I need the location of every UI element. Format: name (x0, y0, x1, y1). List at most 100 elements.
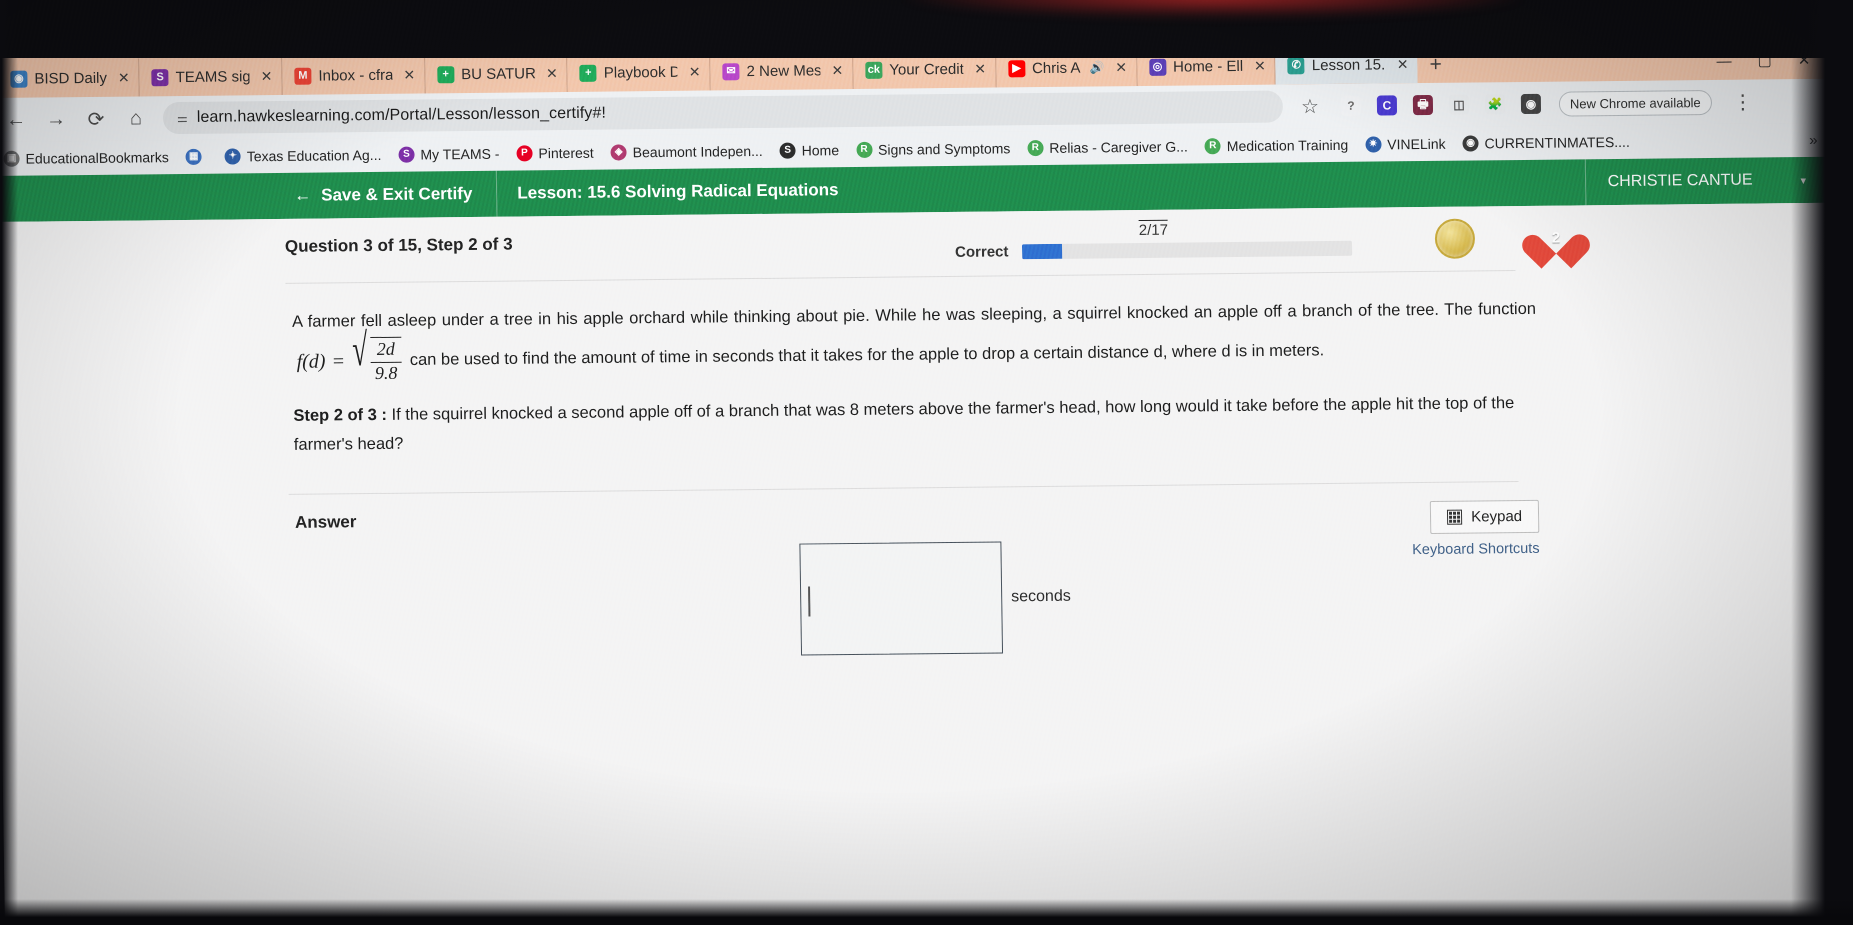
bookmark-label: EducationalBookmarks (25, 149, 169, 167)
extension-puzzle-icon[interactable]: 🧩 (1484, 94, 1506, 115)
hearts-badge: 2 (1535, 218, 1578, 256)
extension-grammarly-icon[interactable]: C (1376, 95, 1398, 116)
answer-tools: Keypad Keyboard Shortcuts (1411, 499, 1540, 558)
extension-shield-icon[interactable]: ◉ (1520, 93, 1542, 114)
bookmark-item[interactable]: ▦ (185, 148, 208, 165)
extension-unknown-icon[interactable]: ? (1340, 95, 1362, 116)
question-title: Question 3 of 15, Step 2 of 3 (284, 234, 513, 256)
browser-tab[interactable]: ✉ 2 New Mes ✕ (710, 50, 854, 91)
tab-mute-icon[interactable]: 🔊 (1089, 60, 1104, 74)
close-window-button[interactable]: ✕ (1798, 51, 1811, 69)
teams-icon: S (151, 68, 169, 86)
creditkarma-icon: ck (865, 61, 883, 79)
tab-close-icon[interactable]: ✕ (831, 62, 843, 79)
youtube-icon: ▶ (1007, 59, 1026, 77)
tab-close-icon[interactable]: ✕ (1115, 59, 1127, 76)
bookmark-item[interactable]: S Home (779, 142, 839, 159)
save-and-exit-label: Save & Exit Certify (321, 183, 473, 205)
save-and-exit-button[interactable]: ← Save & Exit Certify (0, 170, 498, 222)
tab-close-icon[interactable]: ✕ (974, 60, 986, 77)
browser-tab[interactable]: ✆ Lesson 15.6 ✕ (1275, 45, 1418, 85)
bookmark-item[interactable]: ▣ EducationalBookmarks (3, 149, 169, 167)
bookmark-item[interactable]: ◈ Beaumont Indepen... (610, 143, 763, 161)
browser-tab[interactable]: ◎ Home - Ell ✕ (1136, 46, 1277, 87)
window-controls: — ▢ ✕ (1698, 51, 1832, 80)
laptop-screen-photo: ◉ BISD Daily ✕ S TEAMS sign ✕ M Inbox - cfra ✕ + B… (0, 0, 1853, 925)
tab-close-icon[interactable]: ✕ (1254, 57, 1266, 74)
address-bar-url: learn.hawkeslearning.com/Portal/Lesson/l… (196, 104, 607, 126)
prompt-trail: can be used to find the amount of time i… (409, 341, 1325, 370)
bookmark-item[interactable]: ✷ VINELink (1365, 136, 1446, 153)
tea-icon: ✦ (224, 148, 241, 165)
forward-icon[interactable]: → (43, 108, 69, 131)
new-chrome-available-button[interactable]: New Chrome available (1558, 89, 1712, 117)
question-body: A farmer fell asleep under a tree in his… (0, 268, 1838, 463)
relias-icon: R (855, 141, 873, 158)
keyboard-shortcuts-link[interactable]: Keyboard Shortcuts (1412, 541, 1540, 558)
calendar-icon: + (436, 65, 455, 83)
browser-tab[interactable]: + Playbook D ✕ (567, 52, 711, 92)
reload-icon[interactable]: ⟳ (83, 106, 109, 131)
coin-badge-icon (1434, 218, 1476, 259)
bookmark-item[interactable]: R Relias - Caregiver G... (1027, 138, 1188, 157)
relias-icon: R (1027, 139, 1044, 157)
bookmark-item[interactable]: P Pinterest (516, 144, 594, 162)
vinelink-icon: ✷ (1365, 136, 1382, 153)
keypad-icon (1447, 509, 1463, 525)
hawkes-icon: ✆ (1287, 56, 1305, 74)
radical-sign-icon: √ (352, 326, 369, 377)
step-text: If the squirrel knocked a second apple o… (293, 394, 1515, 454)
bookmark-star-icon[interactable]: ☆ (1297, 94, 1323, 119)
bookmarks-overflow-icon[interactable]: » (1809, 131, 1824, 148)
tab-close-icon[interactable]: ✕ (1397, 56, 1409, 73)
browser-window: ◉ BISD Daily ✕ S TEAMS sign ✕ M Inbox - cfra ✕ + B… (0, 32, 1846, 925)
bookmark-item[interactable]: S My TEAMS - (398, 146, 500, 163)
folder-icon: ▣ (3, 150, 20, 167)
browser-tab[interactable]: ◉ BISD Daily ✕ (0, 58, 140, 98)
lesson-title: Lesson: 15.6 Solving Radical Equations (517, 180, 839, 203)
browser-tab[interactable]: S TEAMS sign ✕ (139, 56, 283, 97)
tab-close-icon[interactable]: ✕ (118, 69, 130, 86)
tab-close-icon[interactable]: ✕ (261, 68, 273, 85)
maximize-button[interactable]: ▢ (1757, 51, 1771, 69)
site-settings-icon[interactable]: ⚌ (177, 111, 187, 125)
function-formula: f(d) = √ 2d 9.8 (296, 326, 402, 386)
tab-label: BISD Daily (34, 69, 108, 88)
lesson-content: Question 3 of 15, Step 2 of 3 2/17 Corre… (0, 202, 1846, 925)
address-bar[interactable]: ⚌ learn.hawkeslearning.com/Portal/Lesson… (162, 90, 1284, 135)
bookmark-label: Pinterest (538, 144, 594, 162)
browser-tab[interactable]: M Inbox - cfra ✕ (282, 55, 426, 95)
bookmark-item[interactable]: ✦ Texas Education Ag... (224, 147, 382, 165)
minimize-button[interactable]: — (1716, 52, 1731, 69)
bookmark-item[interactable]: ◉ CURRENTINMATES.... (1462, 134, 1630, 152)
chrome-menu-icon[interactable]: ⋮ (1730, 89, 1756, 114)
tab-close-icon[interactable]: ✕ (546, 65, 558, 82)
extension-split-screen-icon[interactable]: ◫ (1448, 94, 1470, 115)
back-icon[interactable]: ← (3, 108, 29, 131)
browser-tab[interactable]: ck Your Credit ✕ (853, 49, 997, 89)
bookmark-label: Medication Training (1226, 136, 1349, 155)
fraction-numerator: 2d (376, 338, 395, 360)
hearts-count: 2 (1551, 229, 1561, 247)
keypad-button[interactable]: Keypad (1429, 499, 1540, 534)
bookmark-item[interactable]: R Medication Training (1204, 136, 1349, 155)
home-icon[interactable]: ⌂ (123, 107, 149, 130)
user-name-label: CHRISTIE CANTUE (1607, 171, 1753, 191)
answer-input[interactable] (799, 541, 1004, 656)
formula-equals: = (331, 349, 346, 373)
apps-grid-icon: ▦ (185, 148, 202, 165)
badges: 2 (1434, 217, 1578, 259)
user-menu[interactable]: CHRISTIE CANTUE ▾ (1584, 156, 1835, 206)
tab-close-icon[interactable]: ✕ (689, 63, 701, 80)
tab-label: Chris A (1031, 59, 1081, 77)
browser-tab[interactable]: ▶ Chris A 🔊 ✕ (995, 48, 1138, 88)
fraction-denominator: 9.8 (370, 361, 402, 386)
browser-tab[interactable]: + BU SATURD ✕ (424, 53, 569, 94)
bookmark-item[interactable]: R Signs and Symptoms (855, 140, 1010, 158)
chevron-down-icon: ▾ (1800, 174, 1807, 187)
ellucian-icon: ◎ (1148, 58, 1167, 76)
new-tab-button[interactable]: + (1417, 53, 1454, 83)
extension-print-icon[interactable]: 🖶 (1412, 94, 1434, 116)
gmail-icon: M (294, 67, 312, 85)
tab-close-icon[interactable]: ✕ (403, 66, 415, 83)
